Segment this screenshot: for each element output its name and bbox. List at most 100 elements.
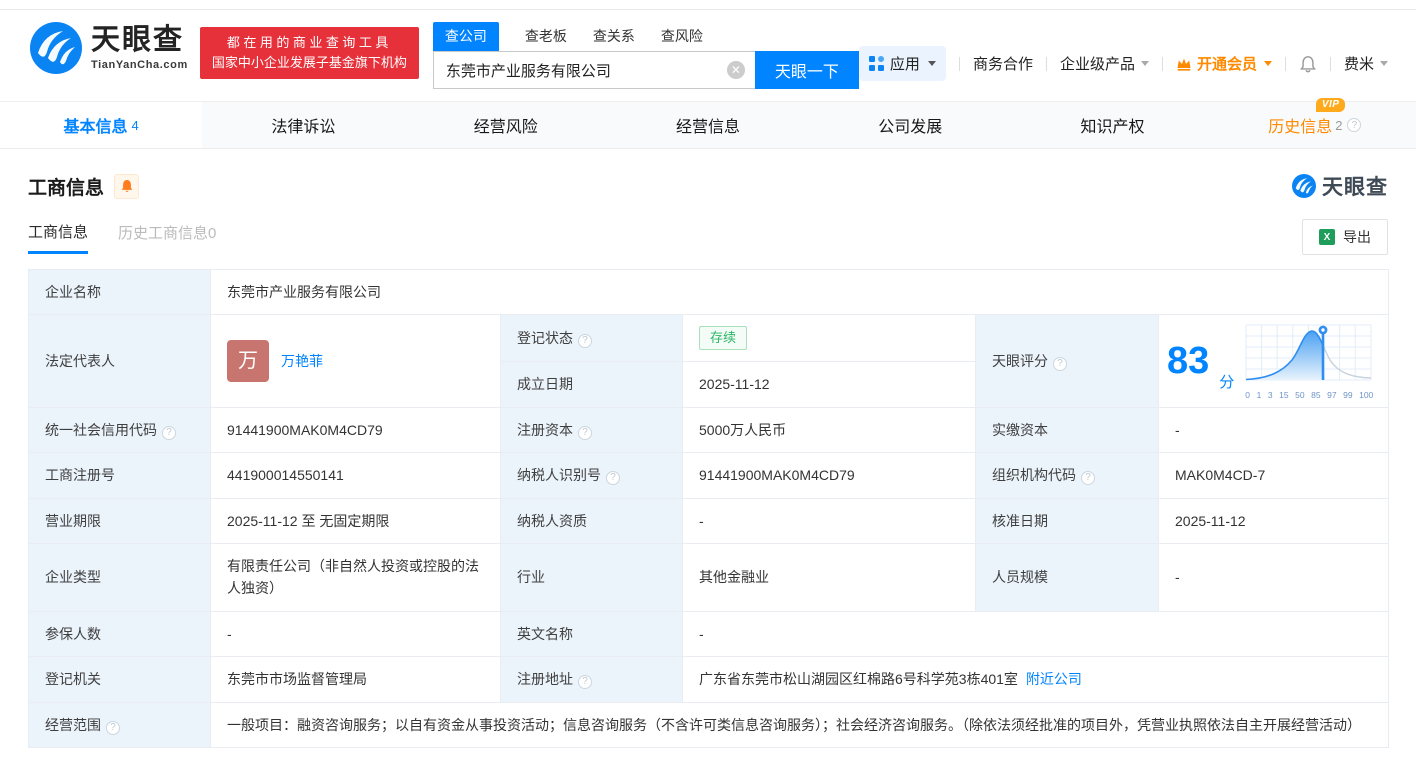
search-button[interactable]: 天眼一下 — [754, 51, 859, 89]
tab-company-development-label: 公司发展 — [878, 119, 943, 136]
table-row: 经营范围? 一般项目：融资咨询服务；以自有资金从事投资活动；信息咨询服务（不含许… — [28, 701, 1390, 748]
tab-company-development[interactable]: 公司发展 — [809, 102, 1011, 148]
search-tab-risk[interactable]: 查风险 — [661, 22, 703, 51]
table-row: 法定代表人 万 万艳菲 登记状态? 存续 天眼评分? 83 分 0 1 3 15… — [28, 314, 1390, 408]
tab-operation-risk[interactable]: 经营风险 — [405, 102, 607, 148]
tab-operation-info[interactable]: 经营信息 — [607, 102, 809, 148]
subtab-row: 工商信息 历史工商信息0 X 导出 — [0, 201, 1416, 267]
help-icon[interactable]: ? — [1347, 118, 1362, 132]
clear-search-icon[interactable]: ✕ — [726, 61, 745, 79]
chevron-down-icon — [1140, 61, 1149, 66]
help-icon[interactable]: ? — [578, 425, 592, 440]
tab-intellectual-property[interactable]: 知识产权 — [1011, 102, 1213, 148]
subtab-business-info[interactable]: 工商信息 — [28, 221, 89, 254]
nav-divider — [1045, 56, 1047, 71]
status-badge: 存续 — [699, 326, 748, 351]
table-row: 参保人数 - 英文名称 - — [28, 610, 1390, 658]
tab-basic-info-label: 基本信息 — [63, 119, 128, 136]
legal-rep-link[interactable]: 万艳菲 — [281, 350, 323, 372]
notification-bell-button[interactable] — [1299, 55, 1317, 73]
legal-rep-avatar[interactable]: 万 — [227, 340, 269, 383]
field-label-business-scope: 经营范围? — [28, 701, 211, 748]
monitor-bell-button[interactable] — [114, 173, 140, 199]
field-label-reg-status: 登记状态? — [500, 314, 683, 363]
bell-icon — [121, 180, 132, 192]
field-label-org-code: 组织机构代码? — [975, 452, 1159, 499]
field-label-staff-size: 人员规模 — [975, 542, 1159, 612]
search-tab-boss[interactable]: 查老板 — [525, 22, 567, 51]
field-value-taxpayer-qualification: - — [682, 497, 976, 544]
field-label-paid-capital: 实缴资本 — [975, 406, 1159, 454]
tianyancha-logo-icon — [1292, 174, 1316, 198]
search-area: 查公司 查老板 查关系 查风险 ✕ 天眼一下 — [432, 22, 859, 89]
search-tabs: 查公司 查老板 查关系 查风险 — [432, 22, 859, 51]
tianyancha-watermark: 天眼查 — [1292, 171, 1388, 201]
help-icon[interactable]: ? — [1081, 471, 1095, 486]
header-nav: 应用 商务合作 企业级产品 开通会员 费米 — [858, 46, 1388, 81]
export-button[interactable]: X 导出 — [1302, 219, 1388, 255]
tab-history-info-count: 2 — [1335, 117, 1343, 133]
nav-biz-coop[interactable]: 商务合作 — [973, 53, 1033, 74]
field-value-business-term: 2025-11-12 至 无固定期限 — [210, 497, 501, 544]
score-unit: 分 — [1219, 374, 1235, 392]
slogan-banner: 都在用的商业查询工具 国家中小企业发展子基金旗下机构 — [199, 27, 419, 79]
nav-user-menu[interactable]: 费米 — [1344, 53, 1388, 74]
section-header: 工商信息 天眼查 — [0, 149, 1416, 201]
tab-basic-info-count: 4 — [131, 117, 139, 133]
help-icon[interactable]: ? — [106, 720, 120, 735]
nearby-companies-link[interactable]: 附近公司 — [1026, 671, 1082, 687]
help-icon[interactable]: ? — [578, 334, 592, 349]
help-icon[interactable]: ? — [1053, 356, 1067, 371]
search-input[interactable] — [433, 52, 755, 88]
score-distribution-chart: 01 3 15 50 85 97 99 100 — [1244, 323, 1374, 399]
tab-operation-info-label: 经营信息 — [675, 119, 740, 136]
score-number: 83 — [1167, 340, 1210, 383]
vip-badge: VIP — [1315, 98, 1346, 112]
brand-domain: TianYanCha.com — [91, 58, 188, 71]
field-label-insured-count: 参保人数 — [28, 610, 211, 658]
search-tab-company[interactable]: 查公司 — [432, 22, 499, 51]
table-row: 登记机关 东莞市市场监督管理局 注册地址? 广东省东莞市松山湖园区红棉路6号科学… — [28, 656, 1390, 703]
field-value-legal-rep: 万 万艳菲 — [210, 314, 501, 408]
field-value-business-scope: 一般项目：融资咨询服务；以自有资金从事投资活动；信息咨询服务（不含许可类信息咨询… — [209, 701, 1390, 748]
field-value-paid-capital: - — [1157, 406, 1390, 454]
chart-x-axis-ticks: 01 3 15 50 85 97 99 100 — [1245, 389, 1374, 400]
field-label-company-type: 企业类型 — [28, 542, 211, 612]
field-value-reg-status: 存续 — [682, 314, 976, 363]
search-tab-relation[interactable]: 查关系 — [593, 22, 635, 51]
table-row: 企业类型 有限责任公司（非自然人投资或控股的法人独资） 行业 其他金融业 人员规… — [28, 542, 1390, 612]
table-row: 工商注册号 441900014550141 纳税人识别号? 91441900MA… — [28, 452, 1390, 499]
tab-history-info[interactable]: VIP 历史信息 2 ? — [1214, 98, 1416, 148]
field-label-approval-date: 核准日期 — [975, 497, 1159, 544]
field-label-registration-authority: 登记机关 — [28, 656, 211, 703]
export-label: 导出 — [1343, 229, 1371, 245]
subtab-history-business-info[interactable]: 历史工商信息0 — [118, 222, 216, 252]
field-value-english-name: - — [681, 610, 1390, 658]
tab-basic-info[interactable]: 基本信息 4 — [0, 102, 203, 148]
nav-open-vip[interactable]: 开通会员 — [1176, 53, 1272, 74]
company-tabbar: 基本信息 4 法律诉讼 经营风险 经营信息 公司发展 知识产权 VIP 历史信息… — [0, 98, 1416, 149]
tab-legal-lawsuit[interactable]: 法律诉讼 — [202, 102, 404, 148]
field-value-insured-count: - — [210, 610, 501, 658]
field-value-reg-capital: 5000万人民币 — [682, 406, 976, 454]
field-value-registered-address: 广东省东莞市松山湖园区红棉路6号科学苑3栋401室 附近公司 — [681, 656, 1390, 703]
crown-icon — [1177, 58, 1191, 71]
field-value-registration-authority: 东莞市市场监督管理局 — [210, 656, 501, 703]
field-value-industry: 其他金融业 — [682, 542, 976, 612]
nav-apps-button[interactable]: 应用 — [858, 46, 946, 81]
chevron-down-icon — [1380, 61, 1388, 66]
excel-icon: X — [1319, 229, 1335, 245]
section-title: 工商信息 — [28, 177, 105, 199]
tab-legal-lawsuit-label: 法律诉讼 — [271, 119, 336, 136]
field-label-company-name: 企业名称 — [28, 268, 211, 316]
site-logo[interactable]: 天眼查 TianYanCha.com — [30, 22, 188, 74]
field-label-reg-number: 工商注册号 — [28, 452, 211, 499]
help-icon[interactable]: ? — [162, 425, 176, 440]
nav-open-vip-label: 开通会员 — [1196, 56, 1257, 73]
field-label-reg-capital: 注册资本? — [500, 406, 683, 454]
nav-enterprise[interactable]: 企业级产品 — [1060, 53, 1149, 74]
help-icon[interactable]: ? — [606, 471, 620, 486]
help-icon[interactable]: ? — [578, 675, 592, 690]
nav-divider — [1161, 56, 1163, 71]
field-label-credit-code: 统一社会信用代码? — [28, 406, 211, 454]
